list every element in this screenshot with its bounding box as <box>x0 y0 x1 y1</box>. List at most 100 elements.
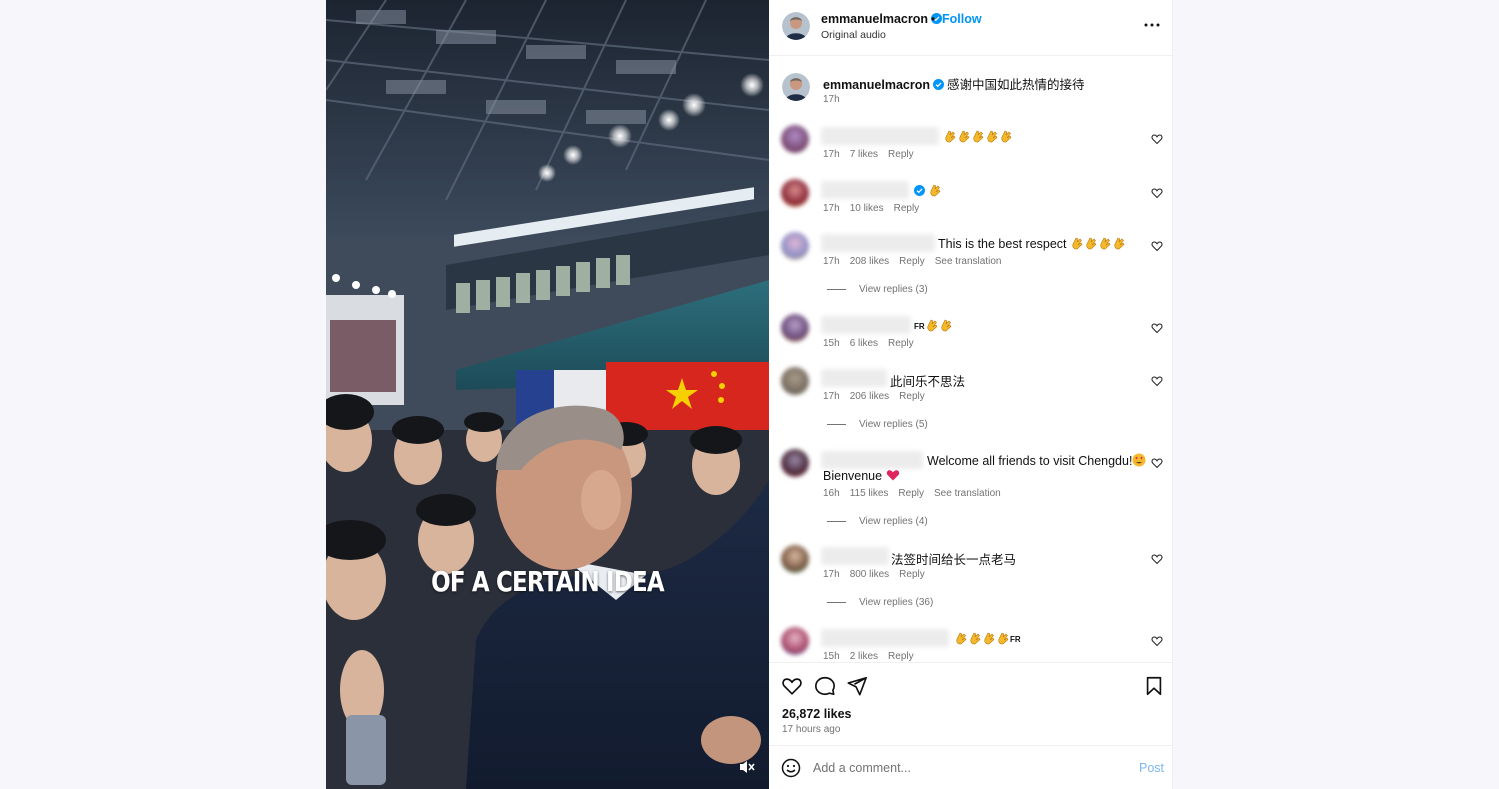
follow-button[interactable]: Follow <box>942 12 982 26</box>
commenter-avatar[interactable] <box>781 367 809 395</box>
divider-line <box>827 520 846 522</box>
separator-dot: • <box>931 12 936 26</box>
reply-button[interactable]: Reply <box>894 203 920 214</box>
audio-label[interactable]: Original audio <box>821 29 886 41</box>
heart-icon[interactable] <box>1151 240 1163 252</box>
heart-icon[interactable] <box>1151 133 1163 145</box>
caption-time: 17h <box>823 94 840 105</box>
video-frame <box>326 0 769 789</box>
comment-likes[interactable]: 10 likes <box>850 203 884 214</box>
red-heart-emoji-icon <box>886 470 899 481</box>
verified-badge-icon <box>914 185 925 196</box>
comment-meta: 17h 800 likes Reply <box>823 569 925 580</box>
heart-icon[interactable] <box>1151 187 1163 199</box>
reply-button[interactable]: Reply <box>899 256 925 267</box>
post-actions: 26,872 likes 17 hours ago <box>769 662 1173 746</box>
divider-line <box>827 288 846 290</box>
commenter-avatar[interactable] <box>781 125 809 153</box>
commenter-avatar[interactable] <box>781 179 809 207</box>
commenter-avatar[interactable] <box>781 314 809 342</box>
clap-emoji-icon <box>925 319 953 333</box>
heart-icon[interactable] <box>1151 375 1163 387</box>
commenter-avatar[interactable] <box>781 545 809 573</box>
clap-emoji-icon <box>954 632 1010 646</box>
reply-button[interactable]: Reply <box>888 651 914 661</box>
view-replies-button[interactable]: View replies (36) <box>827 597 933 608</box>
flag-fr-label: FR <box>914 322 925 331</box>
commenter-avatar[interactable] <box>781 232 809 260</box>
clap-emoji-icon <box>943 130 1013 144</box>
divider-line <box>827 601 846 603</box>
commenter-name-blurred[interactable] <box>821 451 923 469</box>
comment-text-line2: Bienvenue <box>823 468 900 483</box>
commenter-avatar[interactable] <box>781 627 809 655</box>
comments-list[interactable]: emmanuelmacron 感谢中国如此热情的接待 17h 17h 7 likes… <box>769 57 1173 661</box>
commenter-name-blurred[interactable] <box>821 127 939 145</box>
video-player[interactable]: OF A CERTAIN IDEA <box>326 0 769 789</box>
avatar[interactable] <box>782 12 810 40</box>
reply-button[interactable]: Reply <box>888 338 914 349</box>
commenter-name-blurred[interactable] <box>821 234 935 252</box>
reply-button[interactable]: Reply <box>898 488 924 499</box>
comment-likes[interactable]: 208 likes <box>850 256 889 267</box>
view-replies-button[interactable]: View replies (4) <box>827 516 928 527</box>
comment-likes[interactable]: 2 likes <box>850 651 878 661</box>
post-header: emmanuelmacron • Follow Original audio <box>769 0 1173 56</box>
post-button[interactable]: Post <box>1139 761 1164 775</box>
smiley-face-icon[interactable] <box>781 758 801 778</box>
comment-likes[interactable]: 7 likes <box>850 149 878 160</box>
comment-likes[interactable]: 800 likes <box>850 569 889 580</box>
view-replies-button[interactable]: View replies (3) <box>827 284 928 295</box>
heart-icon[interactable] <box>781 675 803 697</box>
comment-text: Welcome all friends to visit Chengdu! <box>927 453 1146 468</box>
comment-meta: 15h 6 likes Reply <box>823 338 914 349</box>
commenter-avatar[interactable] <box>781 449 809 477</box>
heart-eyes-emoji-icon <box>1132 453 1146 467</box>
flag-fr-label: FR <box>1010 635 1021 644</box>
paper-plane-icon[interactable] <box>846 675 868 697</box>
divider-line <box>827 423 846 425</box>
comment-text: 此间乐不思法 <box>890 375 966 389</box>
commenter-name-blurred[interactable] <box>821 629 949 647</box>
clap-emoji-icon <box>928 184 942 198</box>
comment-meta: 17h 208 likes Reply See translation <box>823 256 1002 267</box>
heart-icon[interactable] <box>1151 635 1163 647</box>
bookmark-icon[interactable] <box>1143 675 1165 697</box>
more-horizontal-icon[interactable] <box>1143 17 1161 33</box>
see-translation-link[interactable]: See translation <box>934 488 1001 499</box>
see-translation-link[interactable]: See translation <box>935 256 1002 267</box>
commenter-name-blurred[interactable] <box>821 181 909 199</box>
caption-body: 感谢中国如此热情的接待 <box>946 78 1085 92</box>
post-username[interactable]: emmanuelmacron <box>821 12 942 26</box>
post-timestamp: 17 hours ago <box>782 724 841 735</box>
post-sidebar: emmanuelmacron • Follow Original audio e… <box>769 0 1173 789</box>
comment-meta: 17h 206 likes Reply <box>823 391 925 402</box>
commenter-name-blurred[interactable] <box>821 316 911 334</box>
verified-badge-icon <box>932 79 944 90</box>
speaker-muted-icon[interactable] <box>738 759 756 775</box>
comment-text <box>943 129 1013 144</box>
heart-icon[interactable] <box>1151 457 1163 469</box>
comment-likes[interactable]: 206 likes <box>850 391 889 402</box>
likes-count[interactable]: 26,872 likes <box>782 707 852 721</box>
caption-username[interactable]: emmanuelmacron <box>823 78 930 92</box>
comment-bubble-icon[interactable] <box>814 675 836 697</box>
commenter-name-blurred[interactable] <box>821 369 887 387</box>
comment-input[interactable] <box>813 758 1113 778</box>
view-replies-button[interactable]: View replies (5) <box>827 419 928 430</box>
caption-avatar[interactable] <box>782 73 810 101</box>
reply-button[interactable]: Reply <box>899 569 925 580</box>
comment-meta: 17h 7 likes Reply <box>823 149 914 160</box>
comment-meta: 16h 115 likes Reply See translation <box>823 488 1001 499</box>
commenter-name-blurred[interactable] <box>821 547 889 565</box>
comment-likes[interactable]: 6 likes <box>850 338 878 349</box>
comment-meta: 17h 10 likes Reply <box>823 203 920 214</box>
heart-icon[interactable] <box>1151 322 1163 334</box>
reply-button[interactable]: Reply <box>899 391 925 402</box>
reply-button[interactable]: Reply <box>888 149 914 160</box>
comment-likes[interactable]: 115 likes <box>850 488 889 499</box>
heart-icon[interactable] <box>1151 553 1163 565</box>
comment-text <box>911 183 942 198</box>
comment-text: FR <box>954 631 1021 646</box>
caption-text: emmanuelmacron 感谢中国如此热情的接待 <box>823 74 1085 93</box>
